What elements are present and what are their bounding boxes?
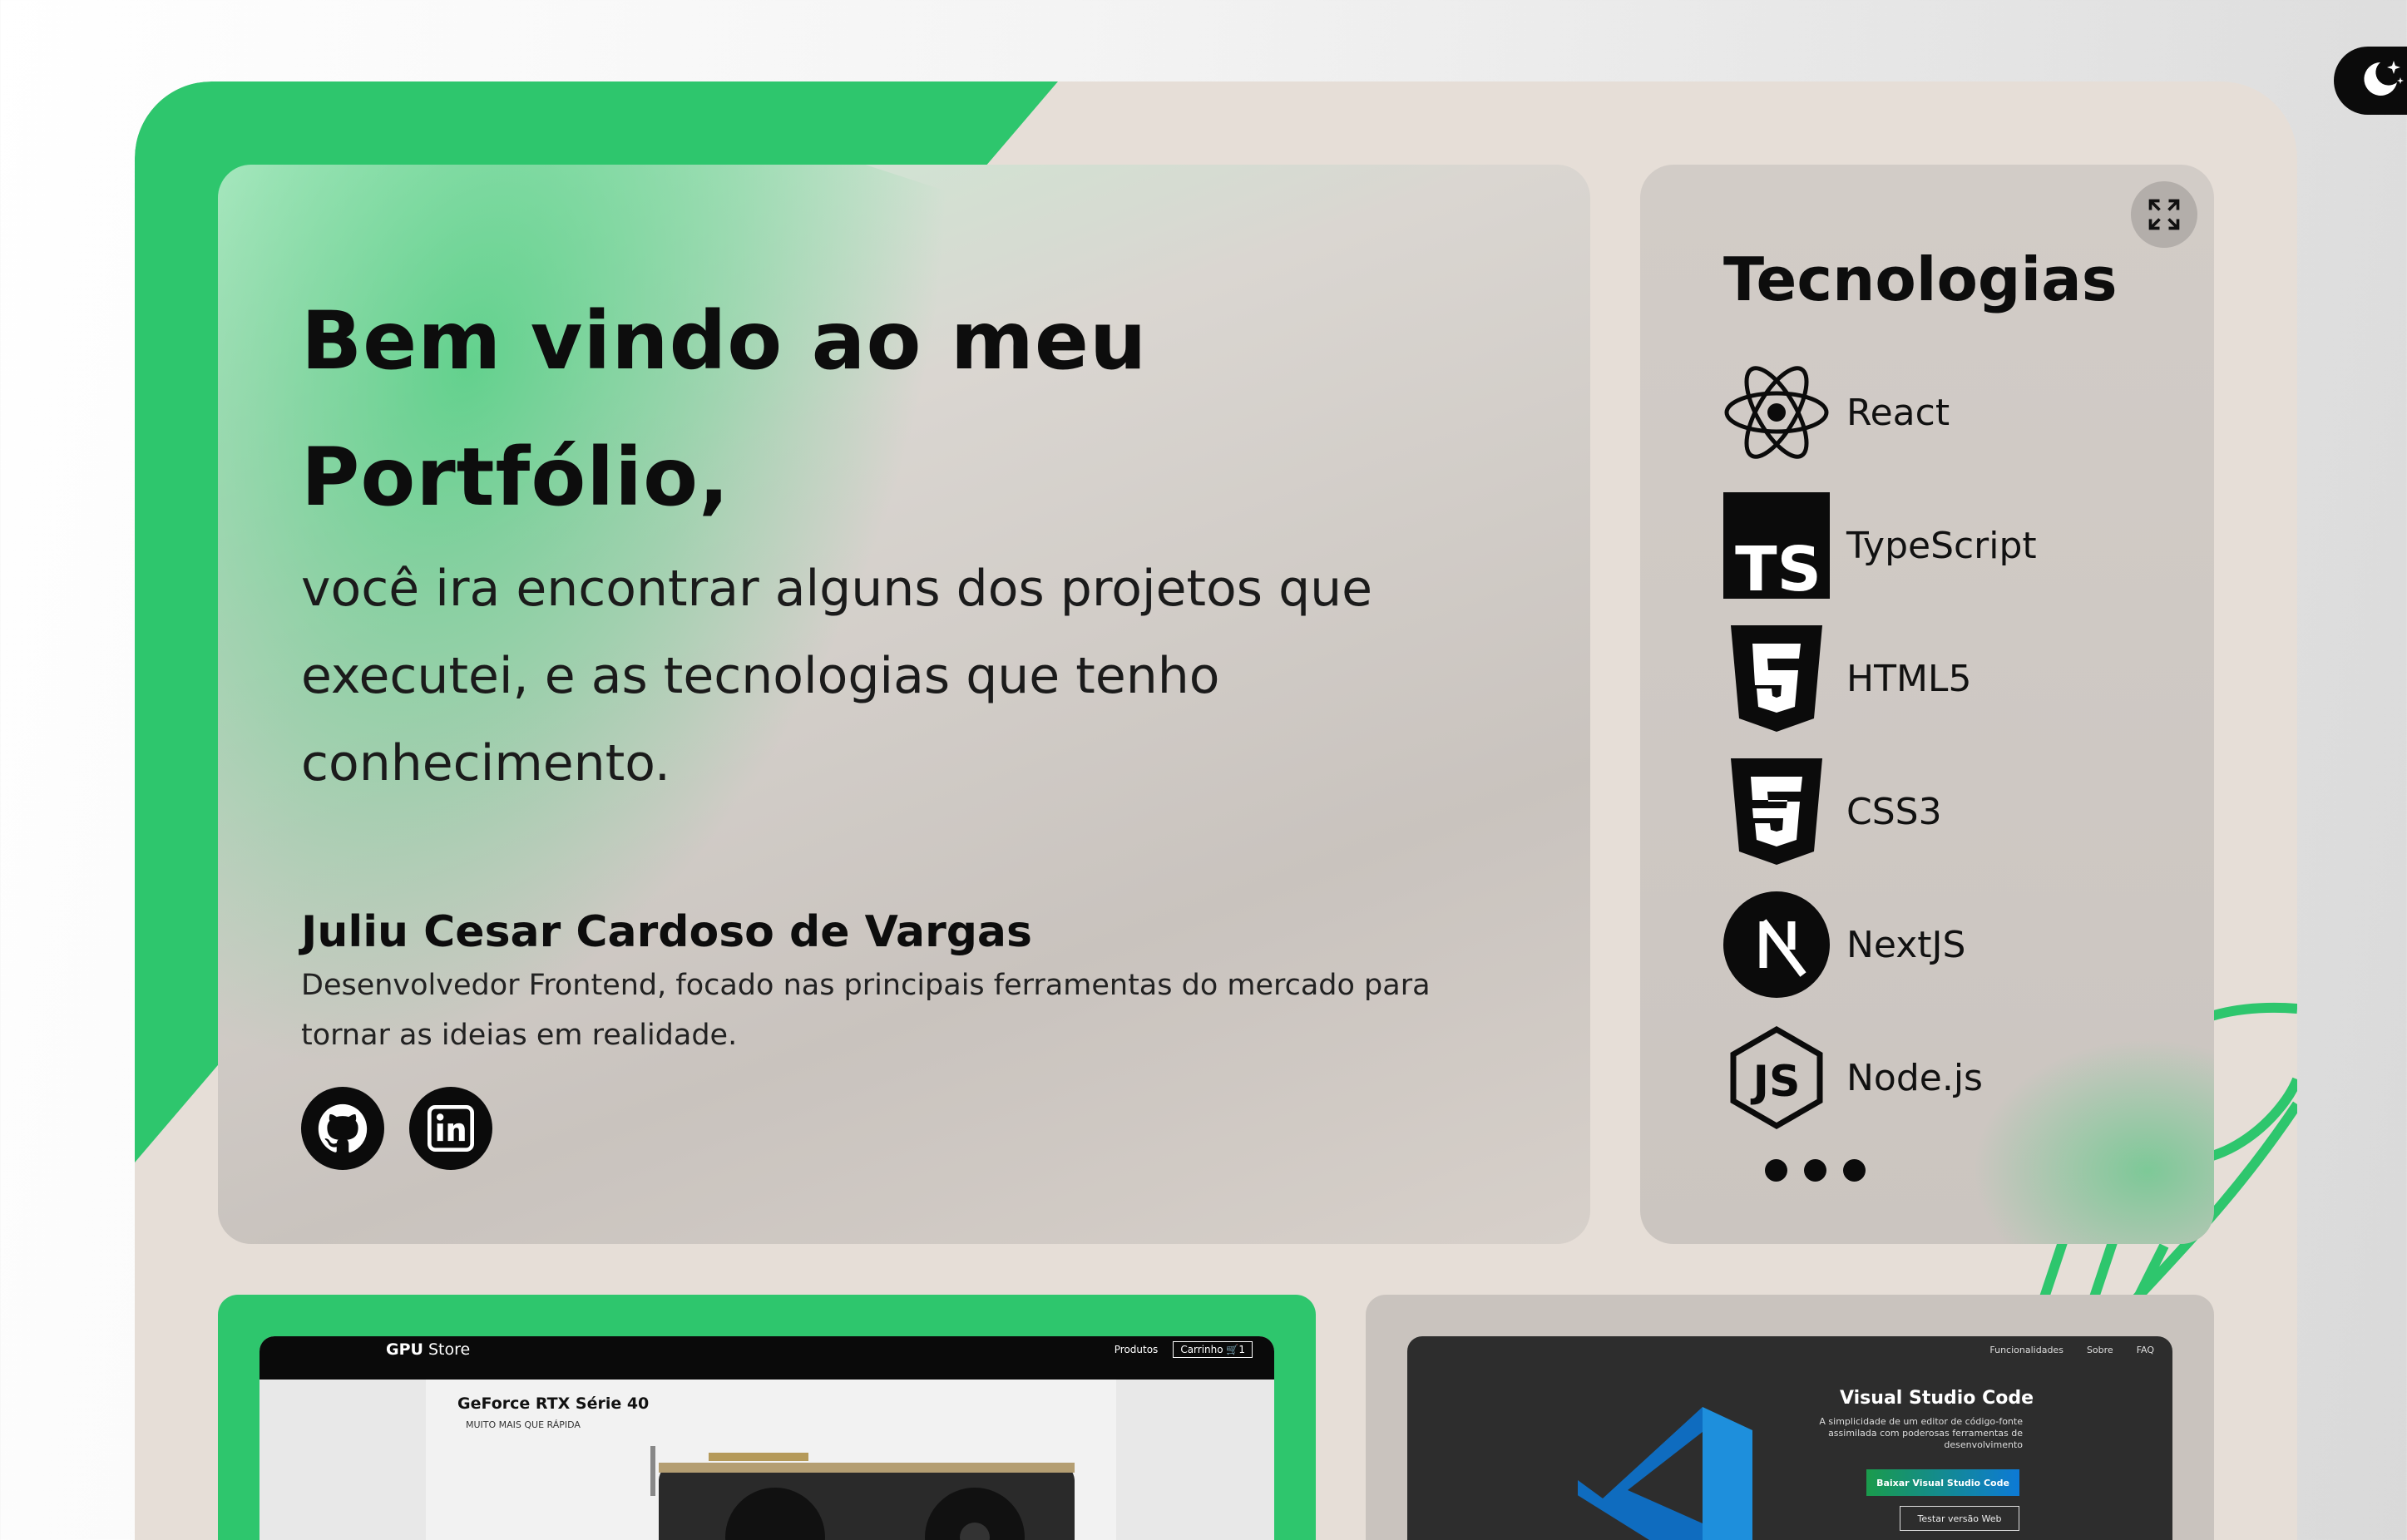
- vscode-nav-item: Sobre: [2086, 1345, 2113, 1355]
- nextjs-icon: [1723, 891, 1830, 998]
- tech-label: NextJS: [1846, 923, 1966, 966]
- hero-title: Bem vindo ao meu Portfólio,: [301, 273, 1549, 545]
- project-card-gpu-store[interactable]: GPU Store Produtos Carrinho 🛒1 GeForce R…: [218, 1295, 1316, 1540]
- hero-card: Bem vindo ao meu Portfólio, você ira enc…: [218, 165, 1590, 1244]
- more-dots-icon[interactable]: [1765, 1159, 1866, 1182]
- linkedin-icon: [428, 1105, 474, 1152]
- gpu-card-image: [650, 1446, 1075, 1540]
- gpu-product-subtitle: MUITO MAIS QUE RÁPIDA: [466, 1419, 581, 1430]
- tech-item-nodejs: JS Node.js: [1723, 1011, 2037, 1144]
- tech-label: Node.js: [1846, 1056, 1983, 1099]
- gpu-product-title: GeForce RTX Série 40: [457, 1394, 650, 1413]
- social-links: [301, 1087, 1549, 1170]
- css3-icon: [1723, 758, 1830, 865]
- vscode-nav-item: FAQ: [2136, 1345, 2154, 1355]
- html5-icon: [1723, 625, 1830, 732]
- technologies-card: Tecnologias React TS TypeScript HTML5 CS…: [1640, 165, 2214, 1244]
- svg-text:TS: TS: [1735, 534, 1821, 599]
- typescript-icon: TS: [1723, 492, 1830, 599]
- technologies-list: React TS TypeScript HTML5 CSS3 NextJS JS…: [1723, 346, 2037, 1144]
- tech-item-nextjs: NextJS: [1723, 878, 2037, 1011]
- expand-icon: [2148, 199, 2180, 230]
- hero-title-line1: Bem vindo ao meu: [301, 294, 1148, 387]
- theme-toggle-button[interactable]: [2334, 47, 2407, 115]
- tech-label: React: [1846, 391, 1950, 434]
- react-icon: [1723, 359, 1830, 466]
- tech-item-react: React: [1723, 346, 2037, 479]
- author-role: Desenvolvedor Frontend, focado nas princ…: [301, 969, 1431, 1052]
- project-card-vscode[interactable]: Funcionalidades Sobre FAQ Visual Studio …: [1366, 1295, 2214, 1540]
- svg-text:JS: JS: [1751, 1057, 1801, 1107]
- vscode-download-button: Baixar Visual Studio Code: [1866, 1469, 2019, 1496]
- moon-stars-icon: [2359, 57, 2405, 104]
- tech-label: TypeScript: [1846, 524, 2037, 567]
- tech-item-css3: CSS3: [1723, 745, 2037, 878]
- vscode-logo-icon: [1578, 1407, 1752, 1540]
- tech-label: HTML5: [1846, 657, 1972, 700]
- linkedin-link[interactable]: [409, 1087, 492, 1170]
- github-icon: [318, 1103, 368, 1153]
- expand-button[interactable]: [2131, 181, 2197, 248]
- hero-intro: você ira encontrar alguns dos projetos q…: [301, 560, 1373, 792]
- project-preview: GPU Store Produtos Carrinho 🛒1 GeForce R…: [259, 1336, 1274, 1540]
- project-preview: Funcionalidades Sobre FAQ Visual Studio …: [1407, 1336, 2172, 1540]
- gpu-store-navbar: GPU Store Produtos Carrinho 🛒1: [259, 1336, 1274, 1363]
- vscode-nav-item: Funcionalidades: [1989, 1345, 2063, 1355]
- tech-label: CSS3: [1846, 790, 1942, 833]
- vscode-description: A simplicidade de um editor de código-fo…: [1819, 1416, 2023, 1450]
- author-name: Juliu Cesar Cardoso de Vargas: [301, 907, 1032, 957]
- gpu-nav-cart: Carrinho 🛒1: [1173, 1341, 1253, 1358]
- nodejs-icon: JS: [1723, 1024, 1830, 1131]
- gpu-store-logo: GPU Store: [386, 1340, 471, 1359]
- tech-item-typescript: TS TypeScript: [1723, 479, 2037, 612]
- vscode-navbar: Funcionalidades Sobre FAQ: [1989, 1345, 2154, 1355]
- vscode-web-button: Testar versão Web: [1900, 1506, 2019, 1531]
- gpu-nav-products: Produtos: [1114, 1344, 1159, 1355]
- technologies-title: Tecnologias: [1723, 244, 2118, 314]
- hero-title-line2: Portfólio,: [301, 431, 730, 524]
- tech-item-html5: HTML5: [1723, 612, 2037, 745]
- vscode-title: Visual Studio Code: [1840, 1388, 2034, 1409]
- gpu-product-panel: GeForce RTX Série 40 MUITO MAIS QUE RÁPI…: [426, 1380, 1116, 1540]
- github-link[interactable]: [301, 1087, 384, 1170]
